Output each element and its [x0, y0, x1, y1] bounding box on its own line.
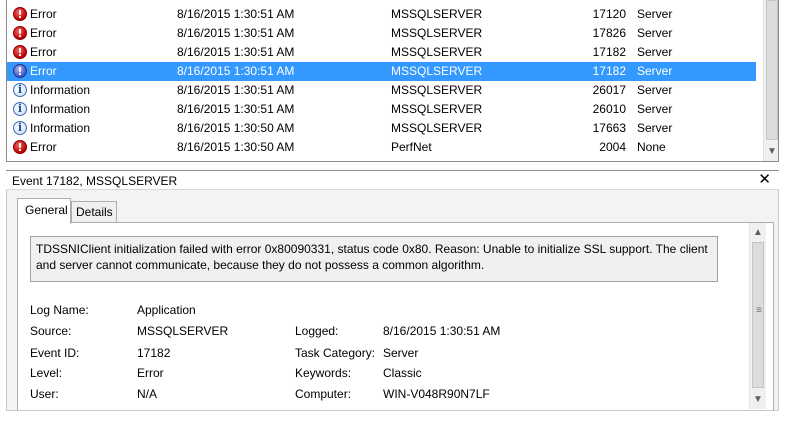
user-value: N/A: [137, 387, 158, 401]
table-row[interactable]: ! Error 8/16/2015 1:30:50 AM PerfNet 2004 Non…: [7, 138, 756, 157]
event-detail-pane: General Details TDSSNIClient initializat…: [6, 190, 779, 410]
event-level: Information: [30, 83, 91, 97]
event-task-category: Server: [637, 45, 673, 59]
scroll-down-arrow-icon[interactable]: ▼: [764, 143, 778, 160]
computer-value: WIN-V048R90N7LF: [383, 387, 490, 401]
event-level: Error: [30, 26, 57, 40]
event-level: Error: [30, 7, 57, 21]
event-date: 8/16/2015 1:30:51 AM: [177, 64, 295, 78]
table-row[interactable]: i Information 8/16/2015 1:30:50 AM MSSQLSER…: [7, 119, 756, 138]
event-level: Error: [30, 45, 57, 59]
close-icon[interactable]: ✕: [758, 171, 771, 189]
event-detail-title: Event 17182, MSSQLSERVER: [12, 174, 178, 188]
table-row[interactable]: ! Error 8/16/2015 1:30:51 AM MSSQLSERVER 171…: [7, 5, 756, 24]
event-id: 17663: [592, 121, 626, 135]
event-detail-header: Event 17182, MSSQLSERVER ✕: [6, 170, 779, 190]
event-level: Information: [30, 102, 91, 116]
event-date: 8/16/2015 1:30:51 AM: [177, 26, 295, 40]
event-source: MSSQLSERVER: [391, 7, 483, 21]
table-row[interactable]: ! Error 8/16/2015 1:30:51 AM MSSQLSERVER 178…: [7, 24, 756, 43]
event-id: 17182: [592, 45, 626, 59]
event-id: 17182: [592, 64, 626, 78]
event-date: 8/16/2015 1:30:50 AM: [177, 140, 295, 154]
general-tab-panel: TDSSNIClient initialization failed with …: [17, 222, 774, 410]
information-icon: i: [12, 101, 28, 117]
event-date: 8/16/2015 1:30:51 AM: [177, 102, 295, 116]
event-task-category: Server: [637, 64, 673, 78]
event-source: MSSQLSERVER: [391, 121, 483, 135]
task-category-label: Task Category:: [295, 346, 376, 360]
event-id-label: Event ID:: [30, 346, 80, 360]
information-icon: i: [12, 82, 28, 98]
log-name-value: Application: [137, 303, 196, 317]
logged-value: 8/16/2015 1:30:51 AM: [383, 324, 501, 338]
error-icon: !: [12, 6, 28, 22]
event-date: 8/16/2015 1:30:50 AM: [177, 121, 295, 135]
event-id: 17120: [592, 7, 626, 21]
event-level: Information: [30, 121, 91, 135]
event-date: 8/16/2015 1:30:51 AM: [177, 7, 295, 21]
scrollbar-thumb[interactable]: [766, 0, 778, 140]
source-value: MSSQLSERVER: [137, 324, 229, 338]
pane-bottom-edge: [6, 410, 779, 421]
event-source: MSSQLSERVER: [391, 26, 483, 40]
scroll-down-arrow-icon[interactable]: ▼: [750, 391, 766, 408]
tab-details[interactable]: Details: [71, 201, 117, 222]
scroll-up-arrow-icon[interactable]: ▲: [750, 224, 766, 241]
event-id: 2004: [599, 140, 626, 154]
event-task-category: Server: [637, 121, 673, 135]
event-message[interactable]: TDSSNIClient initialization failed with …: [30, 236, 718, 282]
source-label: Source:: [30, 324, 72, 338]
event-task-category: Server: [637, 83, 673, 97]
event-level: Error: [30, 140, 57, 154]
level-label: Level:: [30, 366, 63, 380]
event-date: 8/16/2015 1:30:51 AM: [177, 45, 295, 59]
event-id: 26010: [592, 102, 626, 116]
event-source: MSSQLSERVER: [391, 45, 483, 59]
event-source: MSSQLSERVER: [391, 64, 483, 78]
error-icon: !: [12, 25, 28, 41]
event-id: 17826: [592, 26, 626, 40]
event-task-category: Server: [637, 102, 673, 116]
table-row[interactable]: i Information 8/16/2015 1:30:51 AM MSSQLSER…: [7, 81, 756, 100]
error-icon: !: [12, 44, 28, 60]
detail-scrollbar[interactable]: ▲ ≡ ▼: [749, 223, 766, 409]
logged-label: Logged:: [295, 324, 339, 338]
event-source: MSSQLSERVER: [391, 83, 483, 97]
event-list-scrollbar[interactable]: ▼: [763, 0, 778, 161]
event-source: PerfNet: [391, 140, 432, 154]
scrollbar-thumb[interactable]: ≡: [752, 242, 764, 388]
keywords-label: Keywords:: [295, 366, 352, 380]
event-task-category: None: [637, 140, 666, 154]
tab-general[interactable]: General: [17, 198, 71, 224]
event-id-value: 17182: [137, 346, 171, 360]
information-icon: i: [12, 120, 28, 136]
event-task-category: Server: [637, 26, 673, 40]
event-list[interactable]: ! Error 8/16/2015 1:30:51 AM MSSQLSERVER 171…: [6, 0, 779, 162]
table-row[interactable]: ! Error 8/16/2015 1:30:51 AM MSSQLSERVER 171…: [7, 43, 756, 62]
error-icon: !: [12, 63, 28, 79]
event-id: 26017: [592, 83, 626, 97]
keywords-value: Classic: [383, 366, 422, 380]
table-row[interactable]: ! Error 8/16/2015 1:30:51 AM MSSQLSERVER 171…: [7, 62, 756, 81]
event-date: 8/16/2015 1:30:51 AM: [177, 83, 295, 97]
table-row[interactable]: i Information 8/16/2015 1:30:51 AM MSSQLSER…: [7, 100, 756, 119]
level-value: Error: [137, 366, 164, 380]
error-icon: !: [12, 139, 28, 155]
grip-icon: ≡: [756, 305, 762, 316]
log-name-label: Log Name:: [30, 303, 89, 317]
event-source: MSSQLSERVER: [391, 102, 483, 116]
event-task-category: Server: [637, 7, 673, 21]
user-label: User:: [30, 387, 59, 401]
event-level: Error: [30, 64, 57, 78]
task-category-value: Server: [383, 346, 419, 360]
computer-label: Computer:: [295, 387, 352, 401]
